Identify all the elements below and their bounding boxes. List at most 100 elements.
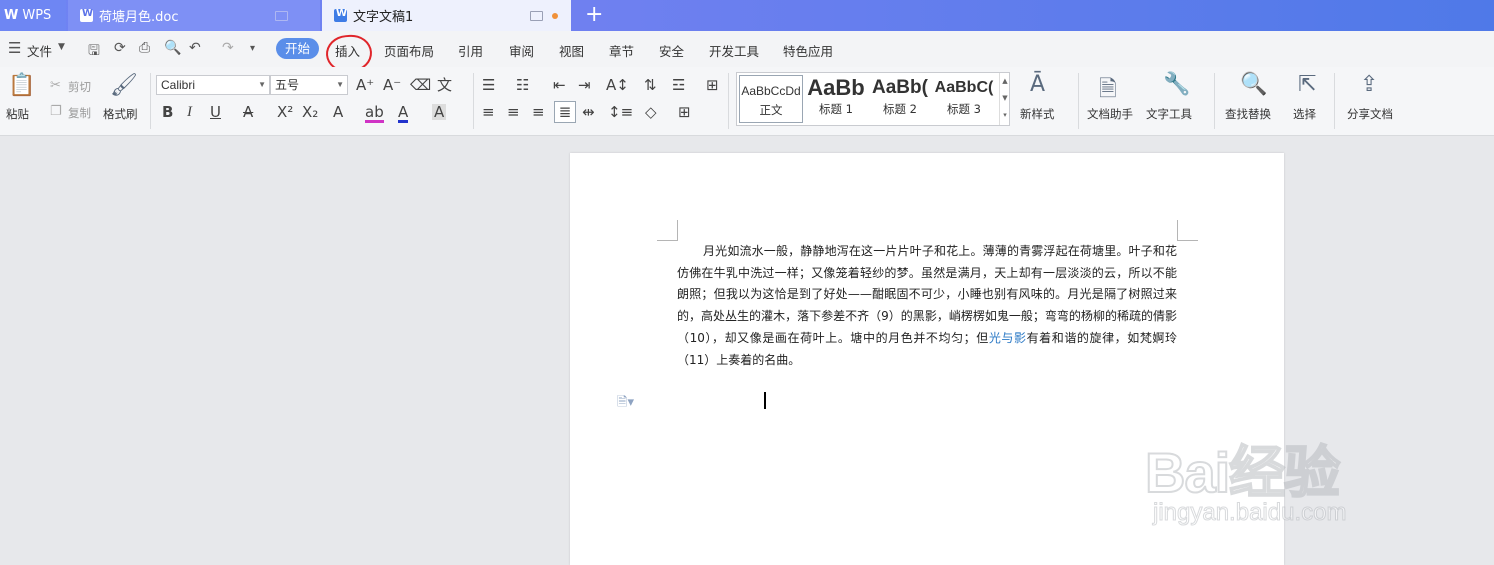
wrench-icon[interactable]: 🔧 xyxy=(1163,72,1190,97)
bullet-list-icon[interactable]: ☰ xyxy=(482,77,495,93)
tab-start[interactable]: 开始 xyxy=(276,38,319,59)
baidu-watermark: Bai经验 jingyan.baidu.com xyxy=(1144,403,1415,533)
shading-icon[interactable]: ◇ xyxy=(645,104,657,120)
style-normal[interactable]: AaBbCcDd 正文 xyxy=(739,75,803,123)
tab-references[interactable]: 引用 xyxy=(458,41,483,60)
text-direction-icon[interactable]: A↕ xyxy=(606,77,629,93)
justify-icon[interactable]: ≣ xyxy=(554,101,576,123)
distributed-align-icon[interactable]: ⇹ xyxy=(582,104,595,120)
monitor-icon[interactable] xyxy=(530,11,543,21)
find-replace-button[interactable]: 查找替换 xyxy=(1225,106,1271,122)
shrink-font-icon[interactable]: A⁻ xyxy=(383,77,401,93)
tab-developer-tools[interactable]: 开发工具 xyxy=(709,41,759,60)
paste-icon[interactable]: 📋 xyxy=(8,73,35,98)
format-painter-icon[interactable]: 🖌 xyxy=(110,73,138,98)
line-spacing-options-icon[interactable]: ☲ xyxy=(672,77,685,93)
doc-assistant-button[interactable]: 文档助手 xyxy=(1087,106,1133,122)
ribbon-toolbar: 📋 粘贴 ✂ 剪切 ❐ 复制 🖌 格式刷 Calibri ▼ 五号 ▼ A⁺ A⁻ … xyxy=(0,67,1494,136)
font-color-icon[interactable]: A xyxy=(398,104,409,123)
writer-doc-icon xyxy=(80,8,93,22)
new-tab-plus-icon[interactable]: + xyxy=(585,2,603,28)
decrease-indent-icon[interactable]: ⇤ xyxy=(553,77,566,93)
style-sample: AaBbC( xyxy=(934,79,994,96)
menu-bar: ☰ 文件 ▼ 🖫 ⟳ ⎙ 🔍 ↶ ↷ ▾ 开始 插入 页面布局 引用 审阅 视图… xyxy=(0,31,1494,67)
font-name-select[interactable]: Calibri ▼ xyxy=(156,75,270,95)
file-menu[interactable]: 文件 xyxy=(27,41,52,60)
sort-icon[interactable]: ⇅ xyxy=(644,77,657,93)
monitor-icon[interactable] xyxy=(275,11,288,21)
format-painter-button[interactable]: 格式刷 xyxy=(103,106,138,122)
italic-icon[interactable]: I xyxy=(187,104,192,120)
tab-document-active[interactable]: 文字文稿1 xyxy=(322,0,571,31)
document-paragraph[interactable]: 月光如流水一般，静静地泻在这一片片叶子和花上。薄薄的青雾浮起在荷塘里。叶子和花仿… xyxy=(677,241,1177,371)
cut-button[interactable]: 剪切 xyxy=(68,79,91,95)
tab-page-layout[interactable]: 页面布局 xyxy=(384,41,434,60)
paragraph-layout-icon[interactable]: 🗎▾ xyxy=(617,393,634,415)
undo-icon[interactable]: ↶ xyxy=(189,40,201,56)
highlight-icon[interactable]: ab xyxy=(365,104,384,123)
font-size-select[interactable]: 五号 ▼ xyxy=(270,75,348,95)
font-name-value: Calibri xyxy=(161,78,196,92)
margin-corner-mark xyxy=(1177,220,1198,241)
select-button[interactable]: 选择 xyxy=(1293,106,1316,122)
tab-document-hetangyuese[interactable]: 荷塘月色.doc xyxy=(68,0,320,31)
character-shading-icon[interactable]: A xyxy=(432,104,447,120)
hamburger-menu-icon[interactable]: ☰ xyxy=(8,39,21,57)
strikethrough-icon[interactable]: A xyxy=(243,104,253,120)
numbered-list-icon[interactable]: ☷ xyxy=(516,77,529,93)
clear-format-icon[interactable]: ⌫ xyxy=(410,77,431,93)
new-style-button[interactable]: 新样式 xyxy=(1020,106,1055,122)
tab-chapter[interactable]: 章节 xyxy=(609,41,634,60)
unsaved-dot-icon xyxy=(552,13,558,19)
watermark-brand: Bai经验 xyxy=(1144,440,1341,505)
borders-icon[interactable]: ⊞ xyxy=(678,104,691,120)
text-effect-icon[interactable]: A xyxy=(333,104,343,120)
style-heading-3[interactable]: AaBbC( 标题 3 xyxy=(933,73,995,125)
tab-label: 文字文稿1 xyxy=(353,10,414,25)
tab-label: 荷塘月色.doc xyxy=(99,10,179,25)
style-heading-2[interactable]: AaBb( 标题 2 xyxy=(869,73,931,125)
subscript-icon[interactable]: X₂ xyxy=(302,104,318,120)
share-document-button[interactable]: 分享文档 xyxy=(1347,106,1393,122)
gallery-scroll[interactable]: ▲ ▼ ▾ xyxy=(999,73,1010,125)
format-icon[interactable]: ⟳ xyxy=(114,40,126,56)
copy-button[interactable]: 复制 xyxy=(68,105,91,121)
save-icon[interactable]: 🖫 xyxy=(88,40,100,64)
underline-icon[interactable]: U xyxy=(210,104,221,120)
paste-button[interactable]: 粘贴 xyxy=(6,106,29,122)
superscript-icon[interactable]: X² xyxy=(277,104,293,120)
text-tools-button[interactable]: 文字工具 xyxy=(1146,106,1192,122)
customize-toolbar-icon[interactable]: ▾ xyxy=(250,43,255,54)
tab-label: WPS xyxy=(22,8,52,23)
divider xyxy=(1078,73,1079,129)
tab-review[interactable]: 审阅 xyxy=(509,41,534,60)
tab-wps-home[interactable]: W WPS xyxy=(0,0,66,31)
increase-indent-icon[interactable]: ⇥ xyxy=(578,77,591,93)
style-heading-1[interactable]: AaBb 标题 1 xyxy=(805,73,867,125)
redo-icon[interactable]: ↷ xyxy=(222,40,234,56)
tab-security[interactable]: 安全 xyxy=(659,41,684,60)
search-icon[interactable]: 🔍 xyxy=(1240,72,1267,97)
highlighted-phrase: 光与影 xyxy=(988,330,1027,345)
copy-icon[interactable]: ❐ xyxy=(50,104,62,120)
cursor-select-icon[interactable]: ⇱ xyxy=(1298,72,1316,97)
print-preview-icon[interactable]: 🔍 xyxy=(164,40,181,56)
print-icon[interactable]: ⎙ xyxy=(139,40,150,56)
scissors-icon[interactable]: ✂ xyxy=(50,78,61,94)
show-marks-icon[interactable]: ⊞ xyxy=(706,77,719,93)
align-center-icon[interactable]: ≡ xyxy=(507,104,520,120)
doc-assistant-icon[interactable]: 🗎 xyxy=(1099,72,1117,110)
grow-font-icon[interactable]: A⁺ xyxy=(356,77,374,93)
line-spacing-icon[interactable]: ↕≡ xyxy=(608,104,633,120)
chevron-down-icon[interactable]: ▼ xyxy=(58,42,65,52)
title-bar: W WPS 荷塘月色.doc 文字文稿1 + xyxy=(0,0,1494,31)
chevron-down-icon: ▼ xyxy=(258,80,266,89)
tab-special-apps[interactable]: 特色应用 xyxy=(783,41,833,60)
tab-view[interactable]: 视图 xyxy=(559,41,584,60)
align-left-icon[interactable]: ≡ xyxy=(482,104,495,120)
phonetic-guide-icon[interactable]: 文 xyxy=(437,77,452,93)
share-icon[interactable]: ⇪ xyxy=(1360,72,1378,97)
new-style-icon[interactable]: Ā xyxy=(1030,72,1045,97)
align-right-icon[interactable]: ≡ xyxy=(532,104,545,120)
bold-icon[interactable]: B xyxy=(162,104,173,120)
